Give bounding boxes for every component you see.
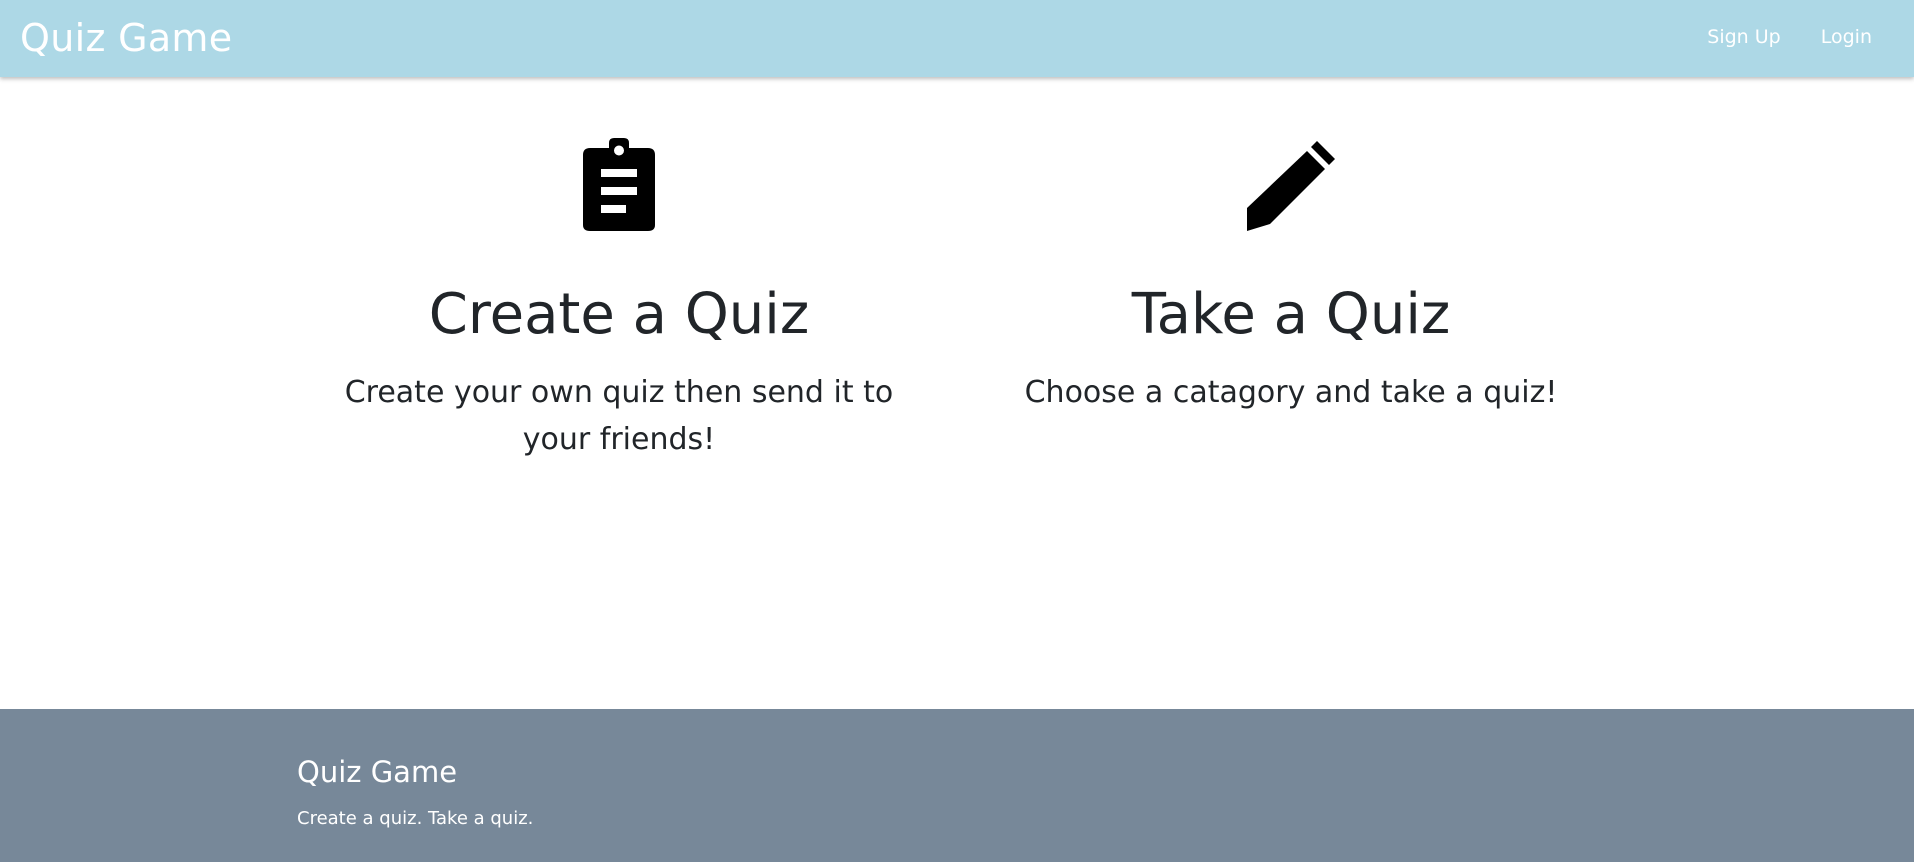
feature-create-quiz: Create a Quiz Create your own quiz then … [269,135,969,463]
feature-take-quiz: Take a Quiz Choose a catagory and take a… [941,135,1641,416]
features-section: Create a Quiz Create your own quiz then … [0,77,1914,709]
nav-links: Sign Up Login [1707,24,1872,50]
feature-title: Create a Quiz [428,282,810,347]
footer: Quiz Game Create a quiz. Take a quiz. [0,709,1914,862]
pencil-icon [1247,141,1335,231]
clipboard-icon [583,138,655,231]
brand-link[interactable]: Quiz Game [20,14,232,62]
feature-description: Choose a catagory and take a quiz! [1024,375,1558,410]
navbar: Quiz Game Sign Up Login [0,0,1914,77]
nav-login-link[interactable]: Login [1821,24,1872,50]
footer-title: Quiz Game [297,755,458,789]
nav-sign-up-link[interactable]: Sign Up [1707,24,1780,50]
feature-title: Take a Quiz [1131,282,1451,347]
footer-tagline: Create a quiz. Take a quiz. [297,808,534,829]
feature-description: Create your own quiz then send it to you… [344,375,894,457]
